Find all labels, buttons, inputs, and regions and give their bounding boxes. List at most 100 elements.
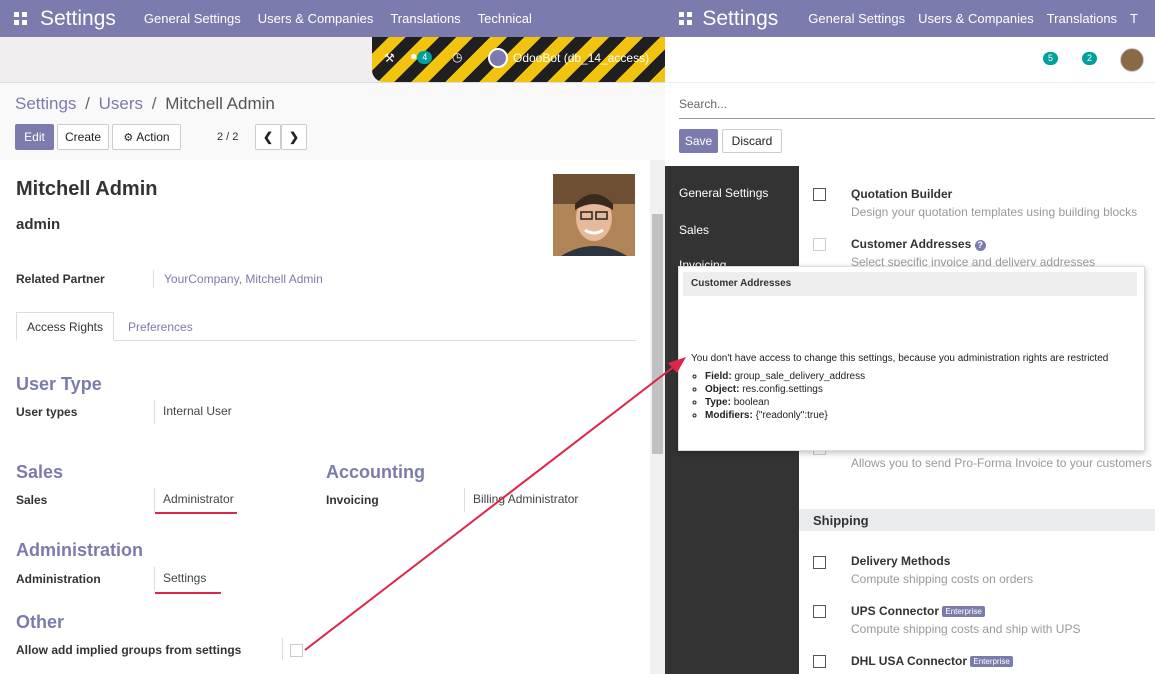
enterprise-badge: Enterprise <box>970 656 1013 668</box>
tooltip-message: You don't have access to change this set… <box>691 353 1109 364</box>
form-scrollbar[interactable] <box>650 160 665 674</box>
menu-translations[interactable]: Translations <box>390 11 460 26</box>
gear-icon: ⚙ <box>123 131 134 144</box>
form-tabs: Access Rights Preferences <box>16 312 636 341</box>
quotation-builder-checkbox[interactable] <box>813 188 826 201</box>
related-partner-link[interactable]: YourCompany, Mitchell Admin <box>153 270 323 288</box>
sales-highlight-underline <box>155 512 237 514</box>
tab-preferences[interactable]: Preferences <box>128 320 193 334</box>
tooltip-object: Object: res.config.settings <box>705 384 865 395</box>
breadcrumb-separator: / <box>151 94 157 113</box>
breadcrumb-users[interactable]: Users <box>99 94 143 113</box>
breadcrumb-separator: / <box>85 94 90 113</box>
sales-value[interactable]: Administrator <box>154 488 234 512</box>
dhl-connector-checkbox[interactable] <box>813 655 826 668</box>
chevron-right-icon: ❯ <box>288 130 300 144</box>
user-name: Mitchell Admin <box>16 178 158 200</box>
section-user-type: User Type <box>16 374 102 394</box>
administration-highlight-underline <box>155 592 221 594</box>
invoicing-label: Invoicing <box>326 493 379 507</box>
dhl-connector-title: DHL USA Connector Enterprise <box>851 654 1013 668</box>
customer-addresses-title: Customer Addresses ? <box>851 237 986 251</box>
save-button[interactable]: Save <box>679 129 718 153</box>
activity-count-badge[interactable]: 2 <box>1082 52 1098 65</box>
help-question-icon[interactable]: ? <box>974 240 986 251</box>
related-partner-label: Related Partner <box>16 272 105 286</box>
ups-connector-label: UPS Connector <box>851 604 940 618</box>
user-login: admin <box>16 216 61 233</box>
breadcrumb-settings[interactable]: Settings <box>15 94 76 113</box>
apps-menu-icon[interactable] <box>14 11 28 26</box>
customer-addresses-label: Customer Addresses <box>851 237 972 251</box>
pager-value: 2 / 2 <box>217 131 239 143</box>
shipping-section-header: Shipping <box>799 509 1155 531</box>
implied-groups-label: Allow add implied groups from settings <box>16 643 242 657</box>
dhl-connector-label: DHL USA Connector <box>851 654 968 668</box>
debug-bug-icon[interactable]: ⚒ <box>384 51 395 65</box>
odoobot-avatar-icon[interactable] <box>488 48 508 68</box>
tab-access-rights[interactable]: Access Rights <box>16 312 114 341</box>
messages-count-badge[interactable]: 5 <box>1043 52 1059 65</box>
menu-users-companies[interactable]: Users & Companies <box>258 11 374 26</box>
activity-clock-icon[interactable]: ◷ <box>452 50 462 64</box>
section-other: Other <box>16 612 65 632</box>
secondary-bar: 5 2 <box>665 37 1155 83</box>
customer-addresses-checkbox[interactable] <box>813 238 826 251</box>
menu-technical-truncated[interactable]: T <box>1130 11 1138 26</box>
scrollbar-thumb[interactable] <box>652 214 663 454</box>
field-info-tooltip: Customer Addresses You don't have access… <box>678 266 1145 451</box>
delivery-methods-title: Delivery Methods <box>851 554 951 568</box>
edit-button[interactable]: Edit <box>15 124 54 150</box>
breadcrumb: Settings / Users / Mitchell Admin <box>15 94 275 114</box>
administration-label: Administration <box>16 572 101 586</box>
action-label: Action <box>136 130 170 144</box>
top-navbar: Settings General Settings Users & Compan… <box>0 0 665 37</box>
app-brand[interactable]: Settings <box>40 7 116 31</box>
menu-general-settings[interactable]: General Settings <box>808 11 905 26</box>
pager-next-button[interactable]: ❯ <box>281 124 307 150</box>
user-types-label: User types <box>16 405 78 419</box>
tooltip-type: Type: boolean <box>705 397 865 408</box>
chevron-left-icon: ❮ <box>262 130 274 144</box>
ups-connector-checkbox[interactable] <box>813 605 826 618</box>
user-types-value[interactable]: Internal User <box>154 400 232 424</box>
menu-translations[interactable]: Translations <box>1047 11 1117 26</box>
breadcrumb-current: Mitchell Admin <box>165 94 275 113</box>
apps-menu-icon[interactable] <box>679 11 692 26</box>
messages-icon[interactable]: ● 4 <box>410 49 433 64</box>
menu-general-settings[interactable]: General Settings <box>144 11 241 26</box>
user-form-sheet: Mitchell Admin admin Related Partner You… <box>0 160 650 674</box>
pager-previous-button[interactable]: ❮ <box>255 124 281 150</box>
enterprise-badge: Enterprise <box>942 606 985 618</box>
quotation-builder-title: Quotation Builder <box>851 187 953 201</box>
ups-connector-title: UPS Connector Enterprise <box>851 604 985 618</box>
user-menu-name[interactable]: OdooBot (db_14_access) <box>513 51 649 65</box>
top-navbar-right: Settings General Settings Users & Compan… <box>665 0 1155 37</box>
delivery-methods-checkbox[interactable] <box>813 556 826 569</box>
administration-value[interactable]: Settings <box>154 567 206 591</box>
action-button[interactable]: ⚙ Action <box>112 124 181 150</box>
tooltip-details-list: Field: group_sale_delivery_address Objec… <box>679 371 865 423</box>
section-sales: Sales <box>16 462 64 482</box>
avatar-photo-icon <box>553 174 635 256</box>
app-brand[interactable]: Settings <box>702 7 778 31</box>
debug-mode-systray: ⚒ ● 4 ◷ OdooBot (db_14_access) <box>372 37 665 82</box>
section-accounting: Accounting <box>326 462 425 482</box>
implied-groups-checkbox[interactable] <box>290 644 303 657</box>
discard-button[interactable]: Discard <box>722 129 782 153</box>
invoicing-value[interactable]: Billing Administrator <box>464 488 578 512</box>
messages-count-badge: 4 <box>417 51 433 64</box>
tooltip-modifiers: Modifiers: {"readonly":true} <box>705 410 865 421</box>
menu-users-companies[interactable]: Users & Companies <box>918 11 1034 26</box>
delivery-methods-desc: Compute shipping costs on orders <box>851 572 1034 586</box>
search-input[interactable]: Search... <box>679 97 727 111</box>
user-avatar-icon[interactable] <box>1120 48 1144 72</box>
user-avatar[interactable] <box>553 174 635 256</box>
sidebar-item-general-settings[interactable]: General Settings <box>679 186 768 200</box>
create-button[interactable]: Create <box>57 124 109 150</box>
section-administration: Administration <box>16 540 144 560</box>
sidebar-item-sales[interactable]: Sales <box>679 223 709 237</box>
sales-label: Sales <box>16 493 48 507</box>
menu-technical[interactable]: Technical <box>478 11 532 26</box>
left-window: Settings General Settings Users & Compan… <box>0 0 665 674</box>
